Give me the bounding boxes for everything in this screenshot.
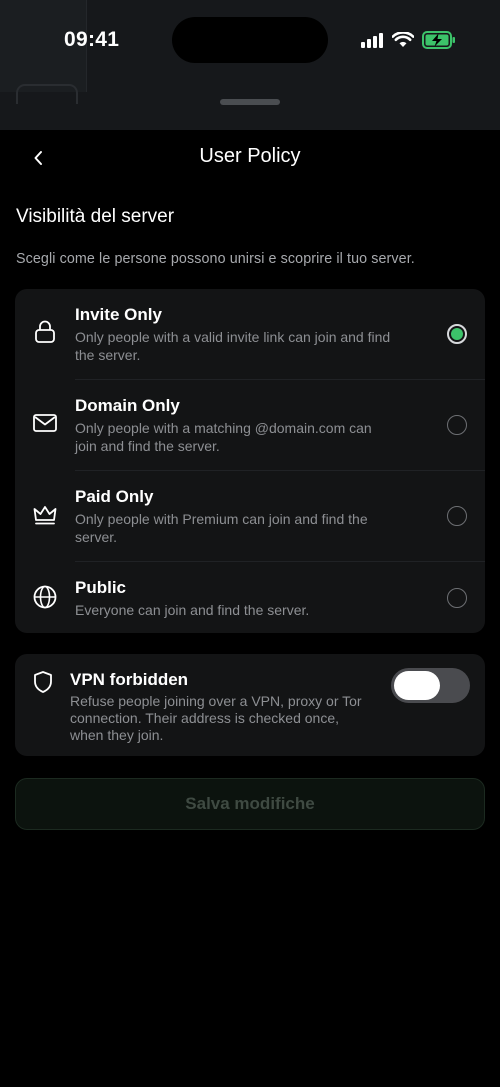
radio-selected[interactable] — [447, 324, 467, 344]
globe-icon — [31, 583, 59, 611]
toggle-knob — [394, 671, 440, 700]
mail-icon — [31, 409, 59, 437]
section-description: Scegli come le persone possono unirsi e … — [16, 251, 415, 267]
nav-bar: User Policy — [0, 130, 500, 186]
lock-icon — [31, 318, 59, 346]
option-description: Only people with a valid invite link can… — [75, 329, 391, 363]
option-description: Only people with a matching @domain.com … — [75, 420, 372, 454]
vpn-toggle[interactable] — [391, 668, 470, 703]
page-title: User Policy — [199, 145, 301, 167]
background-tab — [16, 84, 78, 104]
option-invite-only[interactable]: Invite Only Only people with a valid inv… — [15, 289, 485, 380]
option-title: Public — [75, 578, 127, 597]
status-icons — [360, 31, 456, 49]
dynamic-island — [172, 17, 328, 63]
signal-icon — [361, 33, 383, 48]
section-title: Visibilità del server — [16, 206, 175, 227]
radio-unselected[interactable] — [447, 415, 467, 435]
sheet-grabber[interactable] — [220, 99, 280, 105]
wifi-icon — [392, 32, 414, 47]
radio-unselected[interactable] — [447, 588, 467, 608]
option-public[interactable]: Public Everyone can join and find the se… — [15, 562, 485, 633]
vpn-description: Refuse people joining over a VPN, proxy … — [70, 693, 362, 743]
option-title: Invite Only — [75, 305, 162, 324]
vpn-title: VPN forbidden — [70, 670, 189, 689]
vpn-card: VPN forbidden Refuse people joining over… — [15, 654, 485, 756]
option-domain-only[interactable]: Domain Only Only people with a matching … — [15, 380, 485, 471]
user-policy-sheet: User Policy Visibilità del server Scegli… — [0, 130, 500, 1087]
shield-icon — [31, 668, 55, 696]
option-description: Only people with Premium can join and fi… — [75, 511, 368, 545]
battery-charging-icon — [422, 31, 455, 49]
save-button[interactable]: Salva modifiche — [15, 778, 485, 830]
option-title: Domain Only — [75, 396, 180, 415]
visibility-options: Invite Only Only people with a valid inv… — [15, 289, 485, 633]
crown-icon — [31, 501, 59, 529]
option-description: Everyone can join and find the server. — [75, 602, 310, 618]
status-time: 09:41 — [64, 28, 120, 51]
status-bar: 09:41 — [0, 0, 500, 80]
radio-unselected[interactable] — [447, 506, 467, 526]
option-title: Paid Only — [75, 487, 154, 506]
option-paid-only[interactable]: Paid Only Only people with Premium can j… — [15, 471, 485, 562]
